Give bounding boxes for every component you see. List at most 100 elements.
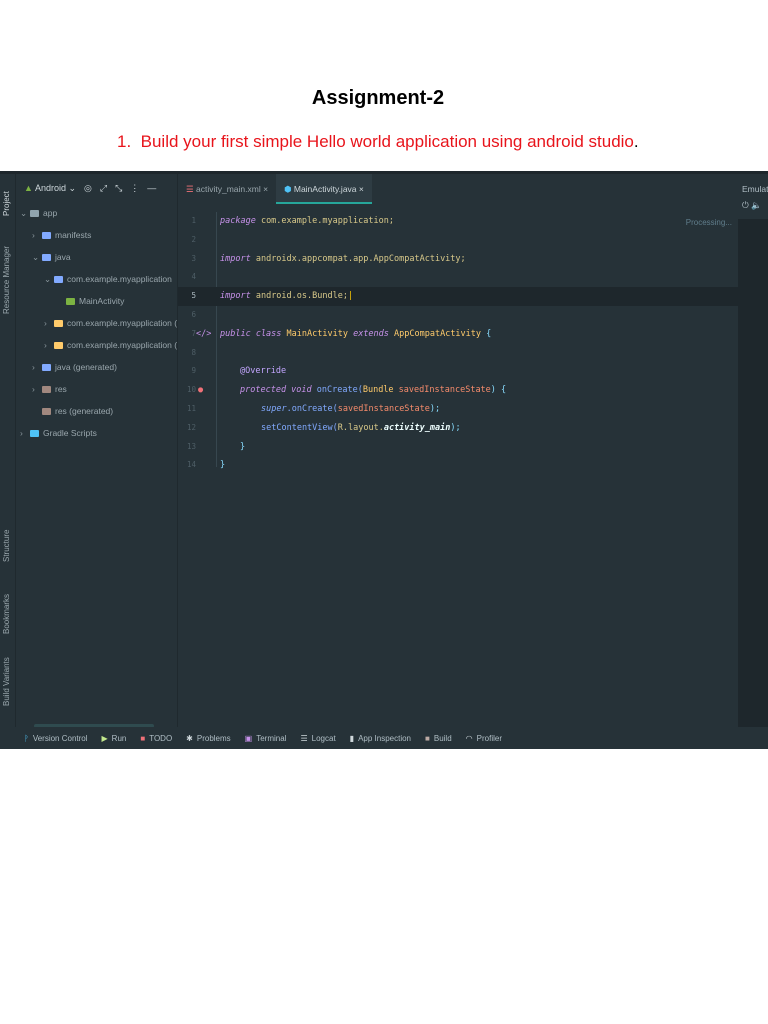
code: com.example.myapplication; xyxy=(255,216,394,226)
tree-item[interactable]: ⌄ com.example.myapplication xyxy=(16,268,177,290)
chevron-icon[interactable]: › xyxy=(32,378,42,400)
folder-icon xyxy=(42,364,51,372)
code: androidx.appcompat.app.AppCompatActivity… xyxy=(250,253,466,264)
tool-resource-manager[interactable]: Resource Manager xyxy=(2,246,11,314)
tool-app-inspection[interactable]: ▮ App Inspection xyxy=(350,734,411,743)
code: ); xyxy=(450,422,461,433)
chevron-icon[interactable]: ⌄ xyxy=(44,268,54,290)
more-icon[interactable]: ⋮ xyxy=(130,183,139,194)
tool-problems[interactable]: ✱ Problems xyxy=(186,734,231,743)
tool-project[interactable]: Project xyxy=(2,191,11,216)
tool-label: TODO xyxy=(149,733,173,743)
tree-item-label: res xyxy=(55,384,67,394)
text-cursor: | xyxy=(347,291,354,302)
tab-main-activity-java[interactable]: ⬢ MainActivity.java × xyxy=(276,174,372,204)
kw: import xyxy=(220,253,251,264)
code: savedInstanceState xyxy=(337,403,430,414)
chevron-icon[interactable]: › xyxy=(44,334,54,356)
override-gutter-icon[interactable]: ● xyxy=(198,381,203,400)
tree-item[interactable]: › com.example.myapplication ( xyxy=(16,312,177,334)
code: android.os.Bundle; xyxy=(250,291,348,302)
task-number: 1. xyxy=(117,132,132,151)
document-title: Assignment-2 xyxy=(311,87,445,109)
chevron-icon[interactable]: › xyxy=(44,312,54,334)
kw: protected void xyxy=(240,385,312,396)
android-studio-screenshot: Project Resource Manager Structure Bookm… xyxy=(0,171,768,749)
collapse-icon[interactable]: ⤡ xyxy=(115,183,122,194)
code: Bundle xyxy=(362,385,394,396)
tree-item-label: java (generated) xyxy=(55,362,117,372)
code-gutter-icon[interactable]: </> xyxy=(196,325,211,344)
code: } xyxy=(240,441,246,452)
tool-todo[interactable]: ■ TODO xyxy=(140,734,172,743)
tool-bookmarks[interactable]: Bookmarks xyxy=(2,594,11,634)
tree-item[interactable]: › res xyxy=(16,378,177,400)
tree-item-label: app xyxy=(43,208,58,218)
chevron-icon[interactable]: › xyxy=(20,422,30,444)
code: activity_main xyxy=(383,422,451,433)
profiler-icon: ◠ xyxy=(465,733,473,743)
tree-item[interactable]: › manifests xyxy=(16,224,177,246)
emulator-panel: Emulat ⏻ 🔈 xyxy=(738,174,768,727)
task-description: Build your first simple Hello world appl… xyxy=(140,132,634,151)
code: ); xyxy=(429,403,441,414)
code: } xyxy=(220,460,226,471)
emulator-title: Emulat xyxy=(742,184,768,194)
tool-build[interactable]: ■ Build xyxy=(425,734,452,743)
code: onCreate( xyxy=(311,385,363,396)
tree-item[interactable]: › Gradle Scripts xyxy=(16,422,177,444)
folder-icon xyxy=(54,320,63,328)
project-view-dropdown[interactable]: ▲ Android ⌄ xyxy=(24,183,76,194)
code-area[interactable]: 1 package com.example.myapplication; 2 3i… xyxy=(178,212,738,475)
project-tree: ⌄ app › manifests ⌄ java ⌄ com.example.myapplic… xyxy=(16,202,177,444)
project-toolbar: ▲ Android ⌄ ◎ ⤢ ⤡ ⋮ — xyxy=(16,174,177,202)
chevron-icon[interactable]: › xyxy=(32,356,42,378)
android-icon: ▲ xyxy=(24,182,33,193)
editor-tabs: ☰ activity_main.xml × ⬢ MainActivity.jav… xyxy=(178,174,738,204)
tree-item[interactable]: ⌄ java xyxy=(16,246,177,268)
expand-icon[interactable]: ⤢ xyxy=(100,183,107,194)
kw: super xyxy=(261,403,287,414)
tab-activity-main-xml[interactable]: ☰ activity_main.xml × xyxy=(178,174,276,204)
close-icon[interactable]: × xyxy=(359,184,364,194)
package-icon xyxy=(54,276,63,284)
todo-icon: ■ xyxy=(140,733,146,743)
chevron-icon[interactable]: ⌄ xyxy=(20,202,30,224)
tree-item[interactable]: › java (generated) xyxy=(16,356,177,378)
tool-terminal[interactable]: ▣ Terminal xyxy=(245,734,287,743)
kw: package xyxy=(220,216,256,226)
code-editor[interactable]: ☰ activity_main.xml × ⬢ MainActivity.jav… xyxy=(177,174,738,727)
project-view-label: Android xyxy=(34,182,66,193)
volume-icon[interactable]: 🔈 xyxy=(751,200,762,210)
tree-item[interactable]: MainActivity xyxy=(16,290,177,312)
app-inspection-icon: ▮ xyxy=(349,733,355,743)
tool-label: Run xyxy=(111,733,127,743)
target-icon[interactable]: ◎ xyxy=(84,183,92,194)
res-folder-icon xyxy=(42,408,51,416)
code: AppCompatActivity xyxy=(388,328,487,339)
hide-icon[interactable]: — xyxy=(147,183,156,193)
logcat-icon: ☰ xyxy=(300,733,308,743)
chevron-icon[interactable]: › xyxy=(32,224,42,246)
tool-structure[interactable]: Structure xyxy=(2,530,11,562)
tool-logcat[interactable]: ☰ Logcat xyxy=(300,734,335,743)
run-icon: ▶ xyxy=(101,733,108,743)
res-folder-icon xyxy=(42,386,51,394)
tool-version-control[interactable]: ᚹ Version Control xyxy=(24,734,88,743)
tree-item-label: com.example.myapplication ( xyxy=(67,318,178,328)
chevron-icon[interactable]: ⌄ xyxy=(32,246,42,268)
tree-item[interactable]: ⌄ app xyxy=(16,202,177,224)
tool-run[interactable]: ▶ Run xyxy=(102,734,127,743)
java-class-icon: ⬢ xyxy=(284,184,292,194)
tree-item[interactable]: › com.example.myapplication ( xyxy=(16,334,177,356)
version-control-icon: ᚹ xyxy=(24,733,29,743)
tool-build-variants[interactable]: Build Variants xyxy=(2,657,11,706)
tree-item[interactable]: res (generated) xyxy=(16,400,177,422)
power-icon[interactable]: ⏻ xyxy=(742,200,749,210)
code: MainActivity xyxy=(281,328,354,339)
tool-profiler[interactable]: ◠ Profiler xyxy=(466,734,502,743)
tool-label: Build xyxy=(433,733,452,743)
tree-item-label: java xyxy=(55,252,71,262)
module-icon xyxy=(30,210,39,218)
close-icon[interactable]: × xyxy=(263,184,268,194)
